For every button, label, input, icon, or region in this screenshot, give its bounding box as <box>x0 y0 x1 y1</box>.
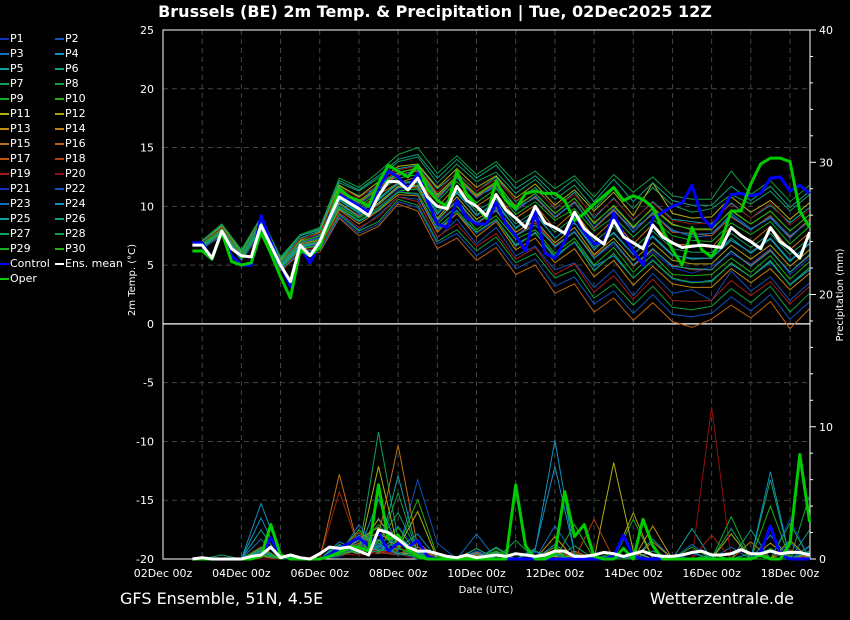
y-right-tick-label: 10 <box>819 421 833 434</box>
x-tick-label: 02Dec 00z <box>134 567 193 580</box>
y-tick-label: -5 <box>143 377 154 390</box>
chart-area: 25 20 15 10 5 0 -5 -10 -15 -20 40 30 20 10 0 02Dec 00z 0… <box>127 24 846 596</box>
precip-line-p20 <box>202 406 810 560</box>
x-tick-label: 14Dec 00z <box>604 567 663 580</box>
y-tick-label: 5 <box>147 259 154 272</box>
x-axis-label: Date (UTC) <box>459 585 514 596</box>
x-tick-label: 08Dec 00z <box>369 567 428 580</box>
precipitation-series <box>192 406 812 561</box>
x-tick-label: 06Dec 00z <box>290 567 349 580</box>
y-tick-label: 15 <box>140 142 154 155</box>
grid <box>163 30 810 559</box>
precip-line-p5 <box>202 475 810 560</box>
x-tick-label: 16Dec 00z <box>682 567 741 580</box>
temperature-series <box>192 147 812 330</box>
x-tick-label: 12Dec 00z <box>526 567 585 580</box>
y-right-tick-label: 20 <box>819 289 833 302</box>
precip-line-p2 <box>202 477 810 560</box>
plot-frame <box>162 29 811 560</box>
precip-line-p7 <box>202 431 810 560</box>
x-tick-label: 10Dec 00z <box>447 567 506 580</box>
y-axis-label: 2m Temp. (°C) <box>127 244 138 316</box>
y-tick-label: -15 <box>136 494 154 507</box>
x-tick-label: 04Dec 00z <box>212 567 271 580</box>
y-axis-right-label: Precipitation (mm) <box>835 248 846 341</box>
y-tick-label: 25 <box>140 24 154 37</box>
y-tick-label: -10 <box>136 435 154 448</box>
y-tick-label: 10 <box>140 200 154 213</box>
precip-line-ens-mean <box>192 528 810 561</box>
model-info: GFS Ensemble, 51N, 4.5E <box>120 589 324 608</box>
x-tick-label: 18Dec 00z <box>761 567 820 580</box>
y-tick-label: -20 <box>136 553 154 566</box>
y-right-tick-label: 40 <box>819 24 833 37</box>
precip-line-oper <box>192 453 812 561</box>
y-right-tick-label: 0 <box>819 553 826 566</box>
source-credit: Wetterzentrale.de <box>649 589 794 608</box>
y-right-tick-label: 30 <box>819 156 833 169</box>
y-tick-label: 20 <box>140 83 154 96</box>
axes: 25 20 15 10 5 0 -5 -10 -15 -20 40 30 20 10 0 02Dec 00z 0… <box>134 24 833 580</box>
y-tick-label: 0 <box>147 318 154 331</box>
